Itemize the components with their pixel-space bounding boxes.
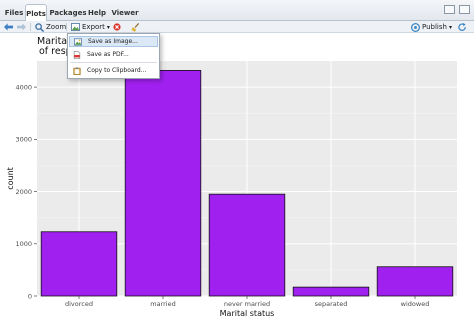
arrow-left-icon bbox=[4, 23, 13, 31]
clear-all-plots-button[interactable] bbox=[131, 22, 140, 32]
chevron-down-icon: ▾ bbox=[106, 23, 110, 31]
refresh-plot-button[interactable] bbox=[458, 22, 467, 32]
tab-label: Packages bbox=[49, 9, 87, 17]
bar-married bbox=[124, 70, 202, 297]
back-button[interactable] bbox=[4, 22, 13, 32]
tab-plots[interactable]: Plots bbox=[25, 4, 47, 22]
zoom-label: Zoom bbox=[46, 23, 67, 31]
bar-divorced bbox=[40, 231, 118, 297]
toolbar-divider bbox=[30, 23, 31, 31]
forward-button[interactable] bbox=[17, 22, 26, 32]
publish-button[interactable]: Publish ▾ bbox=[411, 22, 452, 32]
magnifier-icon bbox=[35, 22, 44, 32]
menu-item-label: Save as PDF... bbox=[87, 51, 129, 58]
maximize-pane-icon[interactable] bbox=[459, 5, 470, 14]
pdf-icon bbox=[73, 50, 81, 59]
chevron-down-icon: ▾ bbox=[448, 23, 452, 31]
remove-plot-button[interactable] bbox=[113, 22, 121, 32]
menu-item-label: Save as Image... bbox=[88, 38, 138, 45]
tab-viewer[interactable]: Viewer bbox=[111, 4, 139, 21]
publish-label: Publish bbox=[422, 23, 447, 31]
export-image-icon bbox=[71, 23, 80, 31]
tab-label: Help bbox=[87, 9, 107, 17]
pane-window-controls bbox=[444, 5, 470, 14]
menu-item-label: Copy to Clipboard... bbox=[87, 67, 147, 74]
tab-help[interactable]: Help bbox=[88, 4, 106, 21]
tab-label: Files bbox=[4, 9, 24, 17]
export-label: Export bbox=[82, 23, 105, 31]
tab-label: Viewer bbox=[111, 9, 139, 17]
clipboard-icon bbox=[73, 66, 81, 75]
menu-divider bbox=[70, 62, 157, 63]
remove-plot-icon bbox=[113, 23, 121, 31]
menu-item-save-as-image[interactable]: Save as Image... bbox=[69, 36, 158, 47]
y-tick-label: 0 bbox=[28, 292, 32, 300]
x-tick-label: separated bbox=[315, 300, 348, 308]
tab-label: Plots bbox=[26, 9, 46, 18]
bar-widowed bbox=[376, 266, 454, 297]
y-tick-label: 2000 bbox=[15, 188, 32, 196]
export-button[interactable]: Export ▾ bbox=[71, 22, 110, 32]
export-dropdown-menu: Save as Image... Save as PDF... Copy to … bbox=[67, 33, 160, 79]
x-tick-label: married bbox=[150, 300, 175, 308]
bar-never-married bbox=[208, 193, 286, 297]
y-tick-label: 1000 bbox=[15, 240, 32, 248]
zoom-button[interactable]: Zoom bbox=[35, 22, 66, 32]
refresh-icon bbox=[458, 22, 466, 31]
y-tick-label: 4000 bbox=[15, 83, 32, 91]
x-tick-label: widowed bbox=[401, 300, 430, 308]
x-axis-title: Marital status bbox=[220, 309, 275, 318]
x-tick-label: divorced bbox=[65, 300, 93, 308]
minimize-pane-icon[interactable] bbox=[444, 5, 455, 14]
broom-icon bbox=[131, 22, 140, 32]
pane-tab-bar: Files Plots Packages Help Viewer bbox=[0, 0, 474, 22]
tab-files[interactable]: Files bbox=[4, 4, 24, 21]
x-tick-label: never married bbox=[224, 300, 270, 308]
arrow-right-icon bbox=[17, 23, 26, 31]
publish-icon bbox=[411, 22, 420, 32]
menu-item-copy-to-clipboard[interactable]: Copy to Clipboard... bbox=[69, 65, 158, 76]
bar-separated bbox=[292, 286, 370, 297]
menu-item-save-as-pdf[interactable]: Save as PDF... bbox=[69, 49, 158, 60]
y-tick-label: 3000 bbox=[15, 136, 32, 144]
plots-toolbar: Zoom Export ▾ Publish ▾ bbox=[0, 21, 474, 33]
image-icon bbox=[74, 37, 82, 46]
toolbar-divider bbox=[66, 23, 67, 31]
tab-packages[interactable]: Packages bbox=[49, 4, 87, 21]
y-axis-title: count bbox=[6, 167, 15, 190]
